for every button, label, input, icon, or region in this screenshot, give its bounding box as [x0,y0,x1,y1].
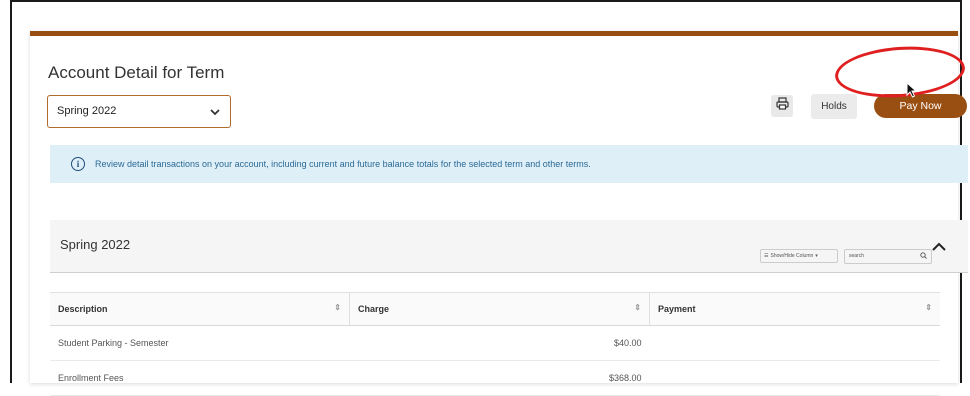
transactions-table: Description ⇕ Charge ⇕ Payment ⇕ Student Pa… [50,292,940,396]
table-row: Student Parking - Semester $40.00 [50,325,940,361]
term-section-header[interactable]: Spring 2022 [50,220,968,273]
table-row: Enrollment Fees $368.00 [50,360,940,396]
cell-charge: $40.00 [349,325,650,361]
info-icon: i [71,157,85,171]
cell-payment [649,360,940,396]
caret-down-icon: ▾ [815,253,818,259]
table-search-input[interactable]: search [844,249,932,264]
term-section-label: Spring 2022 [60,237,131,252]
info-banner: i Review detail transactions on your acc… [50,145,968,183]
sort-icon[interactable]: ⇕ [925,303,932,312]
term-select-value: Spring 2022 [57,105,117,117]
column-header-description[interactable]: Description ⇕ [50,292,350,326]
show-hide-column-button[interactable]: ☰ Show/Hide Column ▾ [760,249,838,263]
page-title: Account Detail for Term [48,63,225,82]
printer-icon [775,97,789,115]
print-button[interactable] [771,95,793,117]
sort-icon[interactable]: ⇕ [334,303,341,312]
mouse-cursor-icon [906,81,918,103]
table-header-row: Description ⇕ Charge ⇕ Payment ⇕ [50,292,940,326]
holds-button[interactable]: Holds [811,94,857,119]
cell-description: Enrollment Fees [50,360,350,396]
search-icon [920,252,927,261]
cell-description: Student Parking - Semester [50,325,350,361]
columns-icon: ☰ [764,253,769,259]
cell-charge: $368.00 [349,360,650,396]
column-header-charge[interactable]: Charge ⇕ [349,292,650,326]
table-tools: ☰ Show/Hide Column ▾ [760,249,838,264]
term-select[interactable]: Spring 2022 [47,95,231,128]
pay-now-button[interactable]: Pay Now [874,94,967,118]
info-banner-text: Review detail transactions on your accou… [95,159,591,169]
sort-icon[interactable]: ⇕ [634,303,641,312]
brand-accent-bar [30,31,958,36]
search-placeholder: search [849,253,865,259]
chevron-up-icon[interactable] [932,238,946,256]
show-hide-column-label: Show/Hide Column [770,253,814,259]
chevron-down-icon [210,107,220,119]
column-header-payment[interactable]: Payment ⇕ [649,292,940,326]
cell-payment [649,325,940,361]
